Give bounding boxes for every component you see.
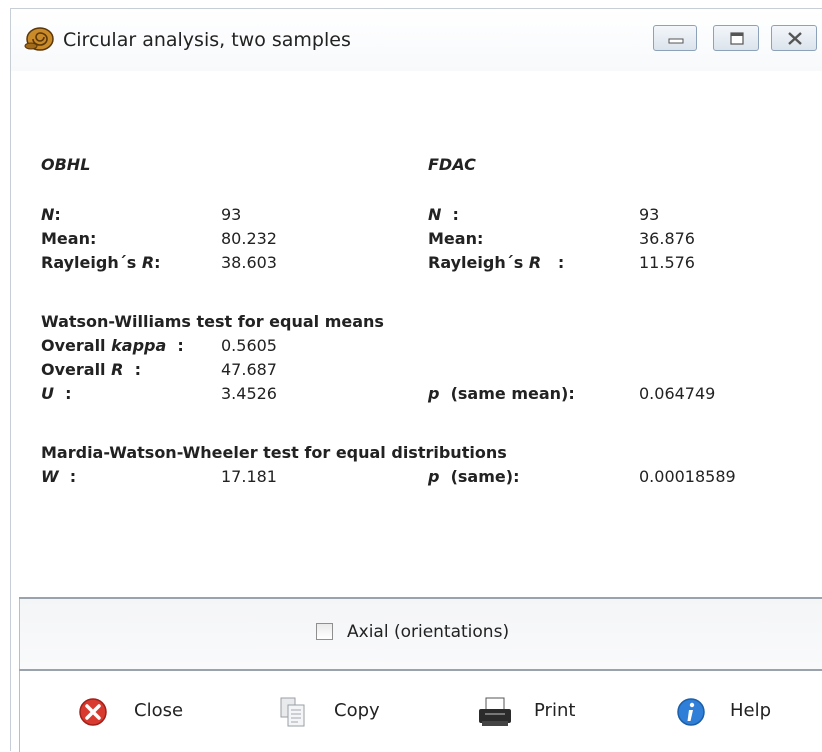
- watson-williams-heading: Watson-Williams test for equal means: [41, 312, 384, 331]
- help-button[interactable]: Help: [660, 671, 810, 752]
- right-n-label: N :: [428, 205, 459, 224]
- sample-left-name: OBHL: [41, 155, 91, 174]
- same-p-value: 0.00018589: [639, 467, 736, 486]
- right-n-value: 93: [639, 205, 660, 224]
- mardia-heading: Mardia-Watson-Wheeler test for equal dis…: [41, 443, 507, 462]
- sample-right-name: FDAC: [428, 155, 476, 174]
- button-bar: Close Copy Print Help: [19, 671, 822, 752]
- axial-checkbox[interactable]: [316, 623, 333, 640]
- same-mean-p-label: p (same mean):: [428, 384, 575, 403]
- window-title: Circular analysis, two samples: [63, 29, 351, 51]
- close-button[interactable]: Close: [60, 671, 220, 752]
- print-icon: [479, 697, 511, 726]
- results-panel: OBHL FDAC N: 93 Mean: 80.232 Rayleigh´s …: [11, 71, 822, 596]
- left-n-label: N:: [41, 205, 61, 224]
- same-p-label: p (same):: [428, 467, 520, 486]
- app-icon: [24, 27, 54, 51]
- right-mean-value: 36.876: [639, 229, 695, 248]
- maximize-icon: [730, 32, 744, 45]
- w-label: W :: [41, 467, 77, 486]
- right-rayleigh-value: 11.576: [639, 253, 695, 272]
- maximize-button[interactable]: [713, 25, 759, 51]
- copy-icon: [280, 697, 305, 727]
- w-value: 17.181: [221, 467, 277, 486]
- close-window-button[interactable]: [771, 25, 817, 51]
- right-rayleigh-label: Rayleigh´s R :: [428, 253, 565, 272]
- copy-button[interactable]: Copy: [260, 671, 420, 752]
- same-mean-p-value: 0.064749: [639, 384, 716, 403]
- right-mean-label: Mean:: [428, 229, 484, 248]
- kappa-value: 0.5605: [221, 336, 277, 355]
- overall-r-value: 47.687: [221, 360, 277, 379]
- left-n-value: 93: [221, 205, 242, 224]
- minimize-icon: [668, 38, 684, 44]
- overall-r-label: Overall R :: [41, 360, 141, 379]
- dialog-window: Circular analysis, two samples OBHL FDAC…: [10, 8, 822, 752]
- title-bar: Circular analysis, two samples: [11, 9, 822, 71]
- left-mean-value: 80.232: [221, 229, 277, 248]
- left-rayleigh-value: 38.603: [221, 253, 277, 272]
- minimize-button[interactable]: [653, 25, 697, 51]
- left-mean-label: Mean:: [41, 229, 97, 248]
- left-rayleigh-label: Rayleigh´s R:: [41, 253, 161, 272]
- u-value: 3.4526: [221, 384, 277, 403]
- close-window-icon: [788, 32, 802, 45]
- axial-option-bar: Axial (orientations): [19, 599, 822, 669]
- help-icon: [677, 698, 705, 726]
- close-icon: [79, 698, 107, 726]
- u-label: U :: [41, 384, 72, 403]
- print-button[interactable]: Print: [460, 671, 620, 752]
- axial-checkbox-label[interactable]: Axial (orientations): [347, 622, 509, 642]
- kappa-label: Overall kappa :: [41, 336, 184, 355]
